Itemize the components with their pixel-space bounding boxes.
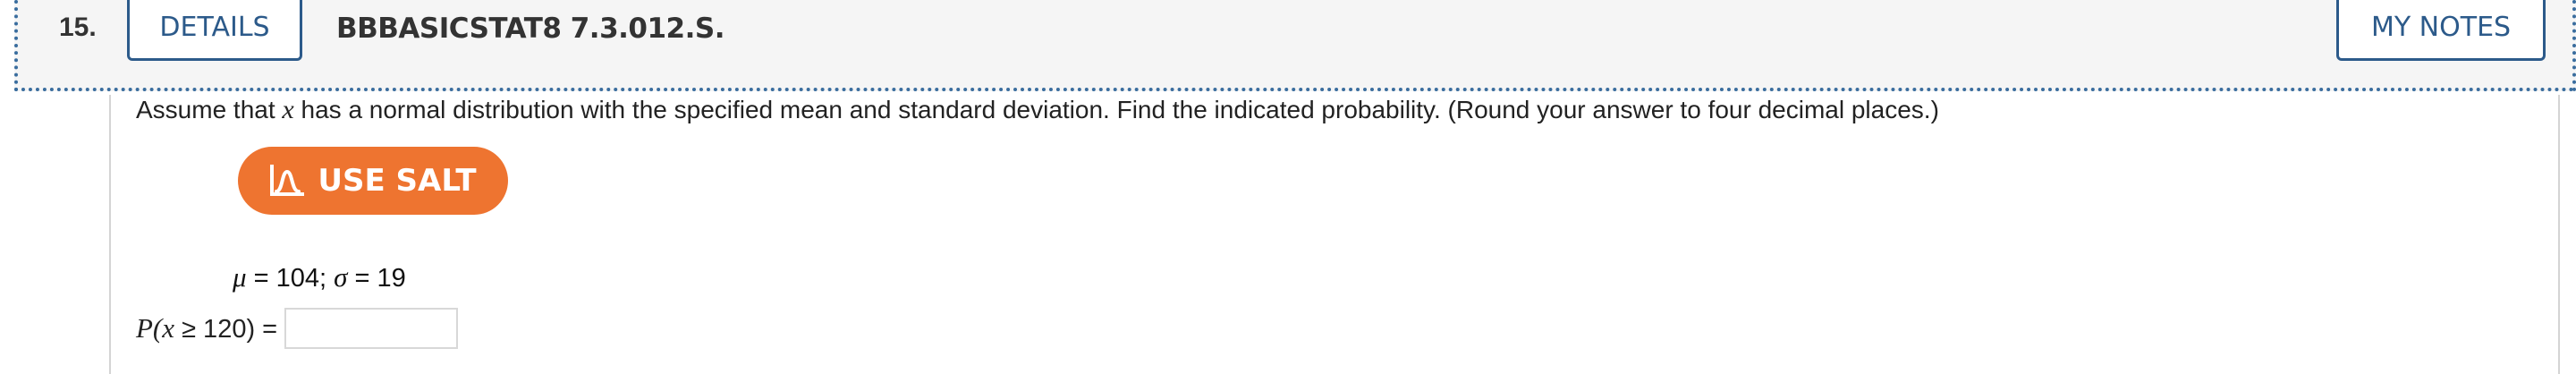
use-salt-button[interactable]: USE SALT [238, 147, 508, 215]
prob-condition: ≥ 120) = [174, 315, 278, 344]
use-salt-label: USE SALT [318, 163, 477, 199]
question-prompt: Assume that x has a normal distribution … [136, 95, 1939, 125]
probability-expression: P(x ≥ 120) = [136, 312, 277, 344]
probability-row: P(x ≥ 120) = [136, 308, 459, 349]
mu-symbol: μ [233, 261, 247, 293]
question-header: 15. DETAILS BBBASICSTAT8 7.3.012.S. MY N… [14, 0, 2576, 91]
prompt-variable: x [282, 95, 294, 124]
details-button[interactable]: DETAILS [127, 0, 302, 61]
prompt-text-end: has a normal distribution with the speci… [293, 96, 1939, 123]
prob-p: P( [136, 312, 163, 344]
question-reference: BBBASICSTAT8 7.3.012.S. [336, 13, 725, 45]
my-notes-button[interactable]: MY NOTES [2336, 0, 2546, 61]
question-body: Assume that x has a normal distribution … [109, 95, 2560, 374]
distribution-parameters: μ = 104; σ = 19 [233, 261, 406, 293]
prompt-text-start: Assume that [136, 96, 283, 123]
prob-variable: x [162, 312, 175, 344]
bell-curve-icon [269, 164, 305, 198]
mu-value: = 104; [246, 264, 335, 293]
sigma-symbol: σ [334, 261, 348, 293]
question-number: 15. [59, 13, 97, 42]
answer-input[interactable] [284, 308, 459, 349]
sigma-value: = 19 [347, 264, 406, 293]
